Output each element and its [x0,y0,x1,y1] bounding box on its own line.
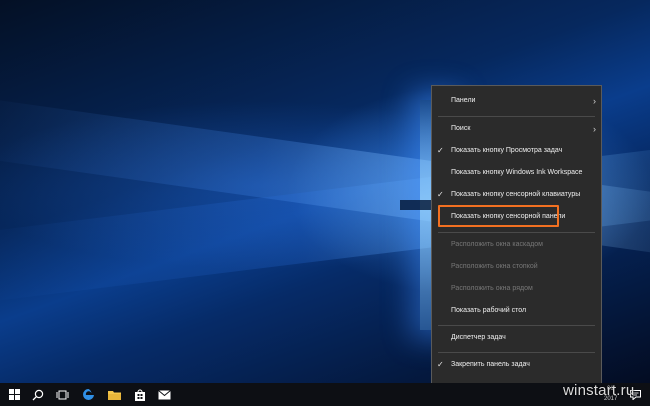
menu-item-task-manager[interactable]: Диспетчер задач [432,329,601,347]
menu-item-label: Панели [451,97,476,104]
menu-item-label: Расположить окна стопкой [451,263,538,270]
taskbar[interactable]: 01 2017 [0,383,650,406]
menu-item-lock-taskbar[interactable]: ✓ Закрепить панель задач [432,356,601,374]
menu-item-search[interactable]: Поиск › [432,120,601,138]
menu-separator [438,352,595,353]
menu-item-cascade-windows: Расположить окна каскадом [432,236,601,254]
menu-item-label: Расположить окна каскадом [451,241,543,248]
search-icon [32,389,44,400]
mail-button[interactable] [152,383,176,406]
menu-item-label: Показать рабочий стол [451,307,527,314]
edge-icon [82,389,94,400]
start-button[interactable] [2,383,26,406]
menu-item-label: Поиск [451,125,471,132]
submenu-arrow-icon: › [593,96,596,106]
menu-item-side-by-side-windows: Расположить окна рядом [432,280,601,298]
menu-item-show-task-view-button[interactable]: ✓ Показать кнопку Просмотра задач [432,142,601,160]
menu-separator [438,232,595,233]
file-explorer-icon [107,391,121,400]
checkmark-icon: ✓ [437,146,444,155]
menu-item-show-touch-keyboard-button[interactable]: ✓ Показать кнопку сенсорной клавиатуры [432,186,601,204]
menu-item-show-desktop[interactable]: Показать рабочий стол [432,302,601,320]
menu-item-label: Показать кнопку сенсорной клавиатуры [451,191,581,198]
menu-item-show-ink-workspace-button[interactable]: Показать кнопку Windows Ink Workspace [432,164,601,182]
edge-button[interactable] [76,383,100,406]
task-view-icon [56,390,68,399]
store-icon [135,389,145,401]
menu-item-toolbars[interactable]: Панели › [432,92,601,110]
store-button[interactable] [128,383,152,406]
file-explorer-button[interactable] [102,383,126,406]
menu-item-label: Закрепить панель задач [451,361,530,368]
windows-start-icon [8,389,20,400]
menu-item-label: Расположить окна рядом [451,285,533,292]
menu-item-label: Диспетчер задач [451,334,506,341]
highlight-frame [438,205,559,227]
watermark-text: winstart.ru [563,382,635,399]
menu-separator [438,325,595,326]
menu-item-stack-windows: Расположить окна стопкой [432,258,601,276]
search-button[interactable] [26,383,50,406]
menu-item-label: Показать кнопку Windows Ink Workspace [451,169,583,176]
submenu-arrow-icon: › [593,124,596,134]
checkmark-icon: ✓ [437,190,444,199]
taskbar-context-menu: Панели › Поиск › ✓ Показать кнопку Просм… [431,85,602,399]
mail-icon [157,389,171,399]
menu-item-label: Показать кнопку Просмотра задач [451,147,563,154]
checkmark-icon: ✓ [437,360,444,369]
menu-separator [438,116,595,117]
task-view-button[interactable] [50,383,74,406]
